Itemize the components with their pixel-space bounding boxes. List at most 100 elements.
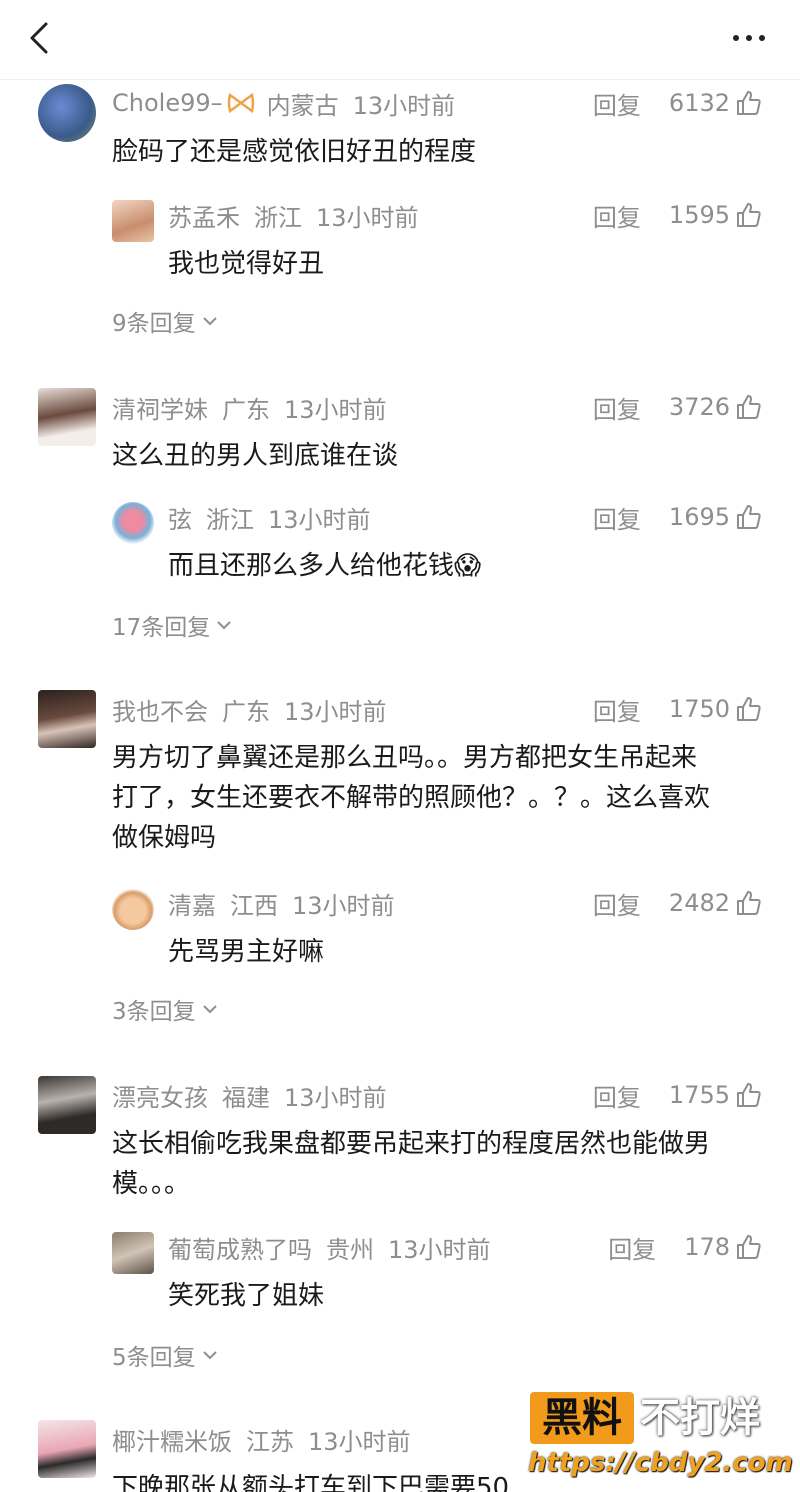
comment-text: 做保姆吗 [112, 823, 217, 853]
chevron-down-icon [202, 317, 217, 326]
more-dots-icon[interactable] [730, 22, 770, 52]
avatar[interactable] [112, 502, 154, 544]
comment-text: 这么丑的男人到底谁在谈 [112, 441, 399, 471]
reply-button[interactable]: 回复 [593, 86, 641, 121]
thumbs-up-icon[interactable] [736, 90, 762, 116]
like-count: 178 [684, 1233, 730, 1261]
avatar[interactable] [112, 1232, 154, 1274]
comment-text: 脸码了还是感觉依旧好丑的程度 [112, 137, 477, 167]
like-count: 2482 [668, 889, 730, 917]
username[interactable]: 清祠学妹 [112, 390, 208, 425]
comment-meta: 我也不会 广东 13小时前 [112, 692, 387, 726]
avatar[interactable] [38, 1076, 96, 1134]
thumbs-up-icon[interactable] [736, 504, 762, 530]
reply-actions: 回复 2482 [593, 886, 762, 920]
reply-text: 笑死我了姐妹 [168, 1281, 325, 1311]
thumbs-up-icon[interactable] [736, 696, 762, 722]
thumbs-up-icon[interactable] [736, 202, 762, 228]
bow-icon [227, 92, 254, 114]
username[interactable]: 苏孟禾 [168, 198, 240, 233]
more-replies-label: 9条回复 [112, 311, 196, 337]
comment-actions: 回复 1750 [593, 692, 762, 726]
avatar[interactable] [38, 690, 96, 748]
reply-button[interactable]: 回复 [593, 1078, 641, 1113]
reply-text: 而且还那么多人给他花钱😱 [168, 546, 481, 586]
like-count: 1750 [668, 695, 730, 723]
reply-button[interactable]: 回复 [593, 886, 641, 921]
reply-button[interactable]: 回复 [593, 500, 641, 535]
timestamp: 13小时前 [268, 505, 371, 534]
watermark-label: 黑料 [530, 1392, 634, 1444]
username[interactable]: Chole99– [112, 89, 223, 117]
comment-actions: 回复 6132 [593, 86, 762, 120]
reply-text: 先骂男主好嘛 [168, 937, 325, 967]
reply-meta: 清嘉 江西 13小时前 [168, 886, 395, 920]
chevron-down-icon [202, 1351, 217, 1360]
location: 广东 [222, 395, 270, 424]
location: 内蒙古 [266, 91, 339, 120]
chevron-left-icon[interactable] [24, 18, 58, 58]
timestamp: 13小时前 [388, 1235, 491, 1264]
comment-actions: 回复 3726 [593, 390, 762, 424]
comment-text: 这长相偷吃我果盘都要吊起来打的程度居然也能做男 [112, 1129, 711, 1159]
thumbs-up-icon[interactable] [736, 394, 762, 420]
avatar[interactable] [112, 200, 154, 242]
comment-meta: 清祠学妹 广东 13小时前 [112, 390, 387, 424]
location: 福建 [222, 1083, 270, 1112]
timestamp: 13小时前 [284, 697, 387, 726]
comment-meta: Chole99– 内蒙古 13小时前 [112, 86, 455, 120]
comment-meta: 漂亮女孩 福建 13小时前 [112, 1078, 387, 1112]
location: 浙江 [206, 505, 254, 534]
like-count: 1755 [668, 1081, 730, 1109]
thumbs-up-icon[interactable] [736, 1234, 762, 1260]
thumbs-up-icon[interactable] [736, 890, 762, 916]
comment-meta: 椰汁糯米饭 江苏 13小时前 [112, 1422, 411, 1456]
reply-button[interactable]: 回复 [593, 390, 641, 425]
username[interactable]: 葡萄成熟了吗 [168, 1230, 312, 1265]
location: 广东 [222, 697, 270, 726]
screaming-face-emoji: 😱 [454, 551, 482, 581]
location: 浙江 [254, 203, 302, 232]
timestamp: 13小时前 [284, 1083, 387, 1112]
reply-button[interactable]: 回复 [608, 1230, 656, 1265]
reply-button[interactable]: 回复 [593, 198, 641, 233]
username[interactable]: 漂亮女孩 [112, 1078, 208, 1113]
username[interactable]: 我也不会 [112, 692, 208, 727]
view-more-replies[interactable]: 17条回复 [112, 608, 232, 642]
timestamp: 13小时前 [284, 395, 387, 424]
chevron-down-icon [202, 1005, 217, 1014]
comment-actions: 回复 1755 [593, 1078, 762, 1112]
watermark-title: 不打烊 [640, 1395, 760, 1441]
timestamp: 13小时前 [316, 203, 419, 232]
avatar[interactable] [38, 84, 96, 142]
timestamp: 13小时前 [292, 891, 395, 920]
like-count: 1695 [668, 503, 730, 531]
username[interactable]: 椰汁糯米饭 [112, 1422, 232, 1457]
reply-button[interactable]: 回复 [593, 692, 641, 727]
avatar[interactable] [112, 888, 154, 930]
avatar[interactable] [38, 1420, 96, 1478]
thumbs-up-icon[interactable] [736, 1082, 762, 1108]
like-count: 1595 [668, 201, 730, 229]
top-bar [0, 0, 800, 80]
watermark: 黑料 不打烊 https://cbdy2.com [528, 1392, 793, 1484]
view-more-replies[interactable]: 5条回复 [112, 1338, 218, 1372]
reply-text-body: 而且还那么多人给他花钱 [168, 551, 455, 581]
location: 江苏 [246, 1427, 294, 1456]
reply-meta: 弦 浙江 13小时前 [168, 500, 371, 534]
comment-text: 模。。。 [112, 1169, 191, 1199]
location: 江西 [230, 891, 278, 920]
more-replies-label: 5条回复 [112, 1345, 196, 1371]
username[interactable]: 清嘉 [168, 886, 216, 921]
view-more-replies[interactable]: 9条回复 [112, 304, 218, 338]
username[interactable]: 弦 [168, 500, 192, 535]
timestamp: 13小时前 [308, 1427, 411, 1456]
reply-text: 我也觉得好丑 [168, 249, 325, 279]
view-more-replies[interactable]: 3条回复 [112, 992, 218, 1026]
comment-text: 男方切了鼻翼还是那么丑吗。。男方都把女生吊起来 [112, 743, 698, 773]
more-replies-label: 3条回复 [112, 999, 196, 1025]
reply-actions: 回复 1695 [593, 500, 762, 534]
avatar[interactable] [38, 388, 96, 446]
reply-meta: 苏孟禾 浙江 13小时前 [168, 198, 419, 232]
reply-meta: 葡萄成熟了吗 贵州 13小时前 [168, 1230, 491, 1264]
